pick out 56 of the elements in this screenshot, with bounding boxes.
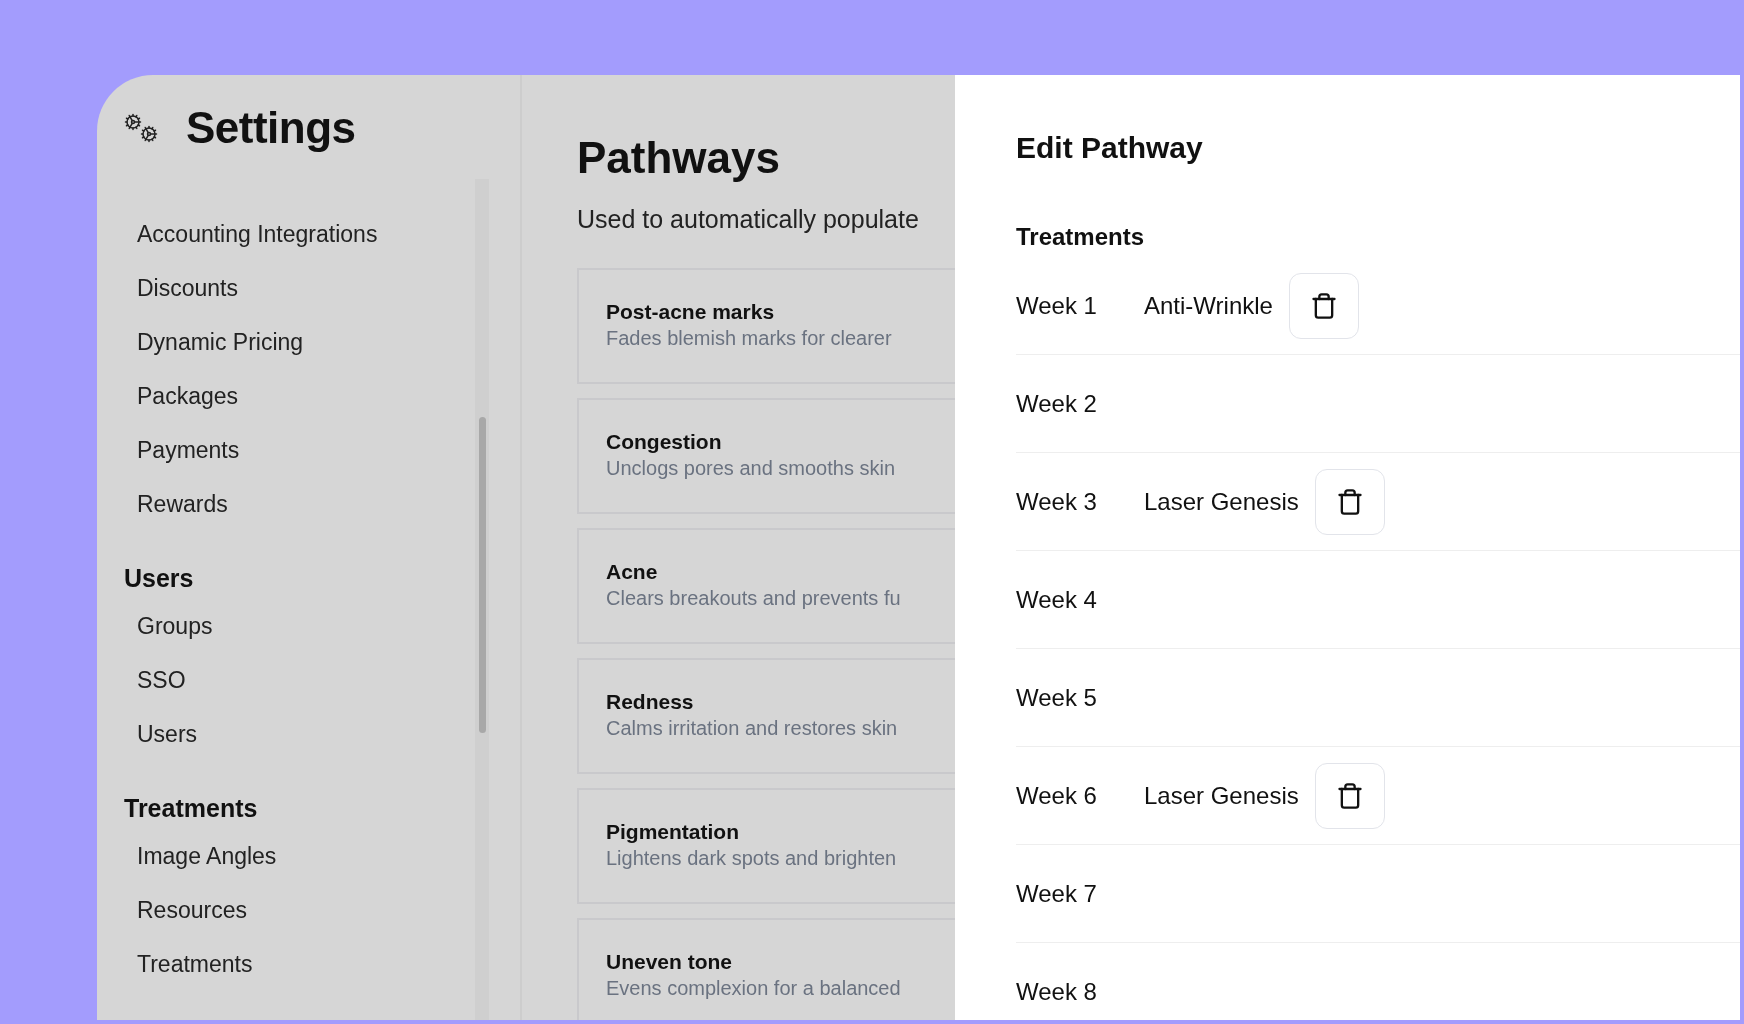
nav-item[interactable]: Rewards xyxy=(124,477,475,531)
nav-item[interactable]: Image Angles xyxy=(124,829,475,883)
pathway-card[interactable]: Pigmentation Lightens dark spots and brighten xyxy=(577,788,955,904)
treatment-name: Laser Genesis xyxy=(1144,487,1299,516)
nav-item[interactable]: Resources xyxy=(124,883,475,937)
scrollbar-thumb[interactable] xyxy=(478,417,486,733)
treatment-name: Anti-Wrinkle xyxy=(1144,291,1273,320)
nav-section-heading: Treatments xyxy=(124,793,259,824)
week-label: Week 2 xyxy=(1016,389,1098,418)
section-heading: Treatments xyxy=(1016,223,1146,251)
pathway-card[interactable]: Redness Calms irritation and restores skin xyxy=(577,658,955,774)
pathway-name: Acne xyxy=(606,560,659,584)
week-label: Week 8 xyxy=(1016,977,1098,1006)
page-title: Pathways xyxy=(577,133,781,183)
pathway-card[interactable]: Post-acne marks Fades blemish marks for clearer xyxy=(577,268,955,384)
gears-icon xyxy=(124,113,158,143)
nav-item[interactable]: Discounts xyxy=(124,261,475,315)
nav-item[interactable]: Packages xyxy=(124,369,475,423)
trash-icon xyxy=(1309,291,1338,320)
nav-item[interactable]: Users xyxy=(124,707,475,761)
pathway-name: Congestion xyxy=(606,430,723,454)
nav-item[interactable]: Treatments xyxy=(124,937,475,991)
pathway-name: Redness xyxy=(606,690,695,714)
nav-item[interactable]: Payments xyxy=(124,423,475,477)
nav-item[interactable]: Groups xyxy=(124,599,475,653)
delete-button[interactable] xyxy=(1314,468,1385,535)
pathway-description: Lightens dark spots and brighten xyxy=(606,847,898,870)
trash-icon xyxy=(1335,781,1364,810)
treatment-name: Laser Genesis xyxy=(1144,781,1299,810)
pathway-description: Unclogs pores and smooths skin xyxy=(606,457,897,480)
pathway-card[interactable]: Congestion Unclogs pores and smooths skin xyxy=(577,398,955,514)
pathway-name: Uneven tone xyxy=(606,950,734,974)
nav-item[interactable]: Dynamic Pricing xyxy=(124,315,475,369)
pathway-description: Clears breakouts and prevents fu xyxy=(606,587,902,610)
nav-item[interactable]: SSO xyxy=(124,653,475,707)
week-label: Week 4 xyxy=(1016,585,1098,614)
pathway-description: Calms irritation and restores skin xyxy=(606,717,899,740)
pathway-description: Evens complexion for a balanced xyxy=(606,977,902,1000)
week-label: Week 5 xyxy=(1016,683,1098,712)
week-label: Week 7 xyxy=(1016,879,1098,908)
week-label: Week 6 xyxy=(1016,781,1098,810)
week-label: Week 3 xyxy=(1016,487,1098,516)
pathway-card[interactable]: Uneven tone Evens complexion for a balanced xyxy=(577,918,955,1020)
settings-title: Settings xyxy=(186,103,356,153)
week-label: Week 1 xyxy=(1016,291,1098,320)
delete-button[interactable] xyxy=(1314,762,1385,829)
pathway-name: Post-acne marks xyxy=(606,300,776,324)
trash-icon xyxy=(1335,487,1364,516)
panel-title: Edit Pathway xyxy=(1016,131,1204,165)
delete-button[interactable] xyxy=(1288,272,1359,339)
pathway-name: Pigmentation xyxy=(606,820,740,844)
pathway-description: Fades blemish marks for clearer xyxy=(606,327,893,350)
nav-section-heading: Users xyxy=(124,563,195,594)
page-subtitle: Used to automatically populate xyxy=(577,205,920,234)
pathway-card[interactable]: Acne Clears breakouts and prevents fu xyxy=(577,528,955,644)
nav-item[interactable]: Accounting Integrations xyxy=(124,207,475,261)
